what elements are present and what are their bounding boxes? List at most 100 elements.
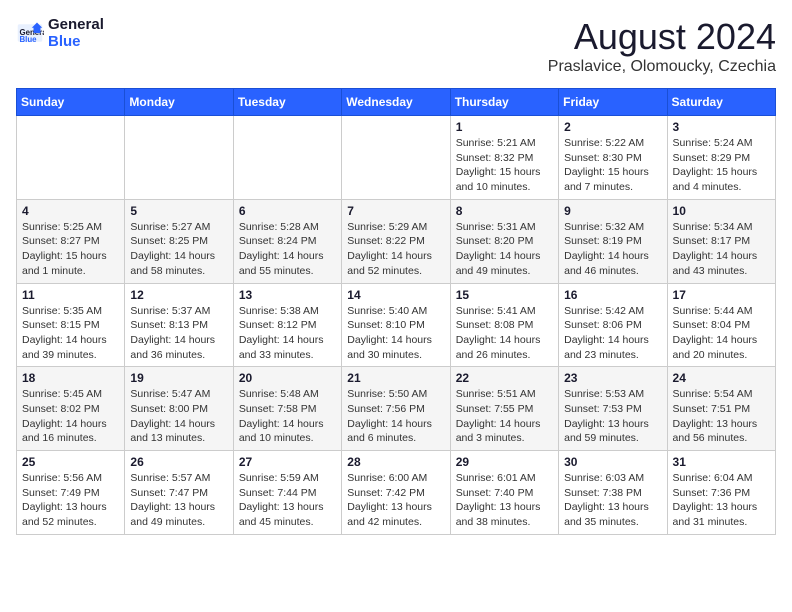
- calendar-cell: 17 Sunrise: 5:44 AM Sunset: 8:04 PM Dayli…: [667, 283, 775, 367]
- day-number: 4: [22, 204, 119, 218]
- calendar-cell: 12 Sunrise: 5:37 AM Sunset: 8:13 PM Dayli…: [125, 283, 233, 367]
- day-info: Sunrise: 5:28 AM Sunset: 8:24 PM Dayligh…: [239, 220, 336, 279]
- calendar-cell: 23Sunrise: 5:53 AM Sunset: 7:53 PM Dayli…: [559, 367, 667, 451]
- weekday-header-thursday: Thursday: [450, 89, 558, 116]
- calendar-cell: 29 Sunrise: 6:01 AM Sunset: 7:40 PM Dayli…: [450, 451, 558, 535]
- day-number: 19: [130, 371, 227, 385]
- logo-text: General Blue: [48, 16, 104, 51]
- weekday-header-friday: Friday: [559, 89, 667, 116]
- calendar-cell: 24 Sunrise: 5:54 AM Sunset: 7:51 PM Dayli…: [667, 367, 775, 451]
- day-number: 12: [130, 288, 227, 302]
- day-info: Sunrise: 5:47 AM Sunset: 8:00 PM Dayligh…: [130, 387, 227, 446]
- weekday-header-sunday: Sunday: [17, 89, 125, 116]
- month-title: August 2024: [548, 16, 776, 58]
- calendar-cell: 5 Sunrise: 5:27 AM Sunset: 8:25 PM Daylig…: [125, 199, 233, 283]
- weekday-header-row: SundayMondayTuesdayWednesdayThursdayFrid…: [17, 89, 776, 116]
- day-info: Sunrise: 6:00 AM Sunset: 7:42 PM Dayligh…: [347, 471, 444, 530]
- calendar-cell: 16 Sunrise: 5:42 AM Sunset: 8:06 PM Dayli…: [559, 283, 667, 367]
- day-info: Sunrise: 5:48 AM Sunset: 7:58 PM Dayligh…: [239, 387, 336, 446]
- calendar-cell: 30 Sunrise: 6:03 AM Sunset: 7:38 PM Dayli…: [559, 451, 667, 535]
- day-number: 29: [456, 455, 553, 469]
- day-number: 30: [564, 455, 661, 469]
- day-info: Sunrise: 5:59 AM Sunset: 7:44 PM Dayligh…: [239, 471, 336, 530]
- day-number: 23: [564, 371, 661, 385]
- day-info: Sunrise: 5:27 AM Sunset: 8:25 PM Dayligh…: [130, 220, 227, 279]
- day-info: Sunrise: 5:44 AM Sunset: 8:04 PM Dayligh…: [673, 304, 770, 363]
- day-info: Sunrise: 5:40 AM Sunset: 8:10 PM Dayligh…: [347, 304, 444, 363]
- week-row-4: 18Sunrise: 5:45 AM Sunset: 8:02 PM Dayli…: [17, 367, 776, 451]
- calendar-cell: 8 Sunrise: 5:31 AM Sunset: 8:20 PM Daylig…: [450, 199, 558, 283]
- day-info: Sunrise: 6:01 AM Sunset: 7:40 PM Dayligh…: [456, 471, 553, 530]
- calendar-cell: 7 Sunrise: 5:29 AM Sunset: 8:22 PM Daylig…: [342, 199, 450, 283]
- day-number: 27: [239, 455, 336, 469]
- week-row-3: 11 Sunrise: 5:35 AM Sunset: 8:15 PM Dayli…: [17, 283, 776, 367]
- day-number: 16: [564, 288, 661, 302]
- day-number: 26: [130, 455, 227, 469]
- day-number: 11: [22, 288, 119, 302]
- calendar-cell: 21Sunrise: 5:50 AM Sunset: 7:56 PM Dayli…: [342, 367, 450, 451]
- day-number: 28: [347, 455, 444, 469]
- weekday-header-saturday: Saturday: [667, 89, 775, 116]
- calendar-cell: 14 Sunrise: 5:40 AM Sunset: 8:10 PM Dayli…: [342, 283, 450, 367]
- calendar-cell: 18Sunrise: 5:45 AM Sunset: 8:02 PM Dayli…: [17, 367, 125, 451]
- day-info: Sunrise: 6:04 AM Sunset: 7:36 PM Dayligh…: [673, 471, 770, 530]
- logo-icon: General Blue: [16, 19, 44, 47]
- day-info: Sunrise: 5:24 AM Sunset: 8:29 PM Dayligh…: [673, 136, 770, 195]
- calendar-cell: [17, 116, 125, 200]
- day-info: Sunrise: 5:57 AM Sunset: 7:47 PM Dayligh…: [130, 471, 227, 530]
- week-row-1: 1 Sunrise: 5:21 AM Sunset: 8:32 PM Daylig…: [17, 116, 776, 200]
- calendar-cell: [233, 116, 341, 200]
- weekday-header-tuesday: Tuesday: [233, 89, 341, 116]
- calendar-cell: 25 Sunrise: 5:56 AM Sunset: 7:49 PM Dayli…: [17, 451, 125, 535]
- calendar-cell: 2Sunrise: 5:22 AM Sunset: 8:30 PM Daylig…: [559, 116, 667, 200]
- day-number: 3: [673, 120, 770, 134]
- day-number: 7: [347, 204, 444, 218]
- day-number: 24: [673, 371, 770, 385]
- week-row-5: 25 Sunrise: 5:56 AM Sunset: 7:49 PM Dayli…: [17, 451, 776, 535]
- day-info: Sunrise: 5:56 AM Sunset: 7:49 PM Dayligh…: [22, 471, 119, 530]
- calendar-cell: 4Sunrise: 5:25 AM Sunset: 8:27 PM Daylig…: [17, 199, 125, 283]
- calendar-cell: 26 Sunrise: 5:57 AM Sunset: 7:47 PM Dayli…: [125, 451, 233, 535]
- day-number: 6: [239, 204, 336, 218]
- calendar-cell: 9Sunrise: 5:32 AM Sunset: 8:19 PM Daylig…: [559, 199, 667, 283]
- day-info: Sunrise: 5:22 AM Sunset: 8:30 PM Dayligh…: [564, 136, 661, 195]
- day-info: Sunrise: 5:51 AM Sunset: 7:55 PM Dayligh…: [456, 387, 553, 446]
- day-info: Sunrise: 5:45 AM Sunset: 8:02 PM Dayligh…: [22, 387, 119, 446]
- day-number: 22: [456, 371, 553, 385]
- calendar-cell: 28 Sunrise: 6:00 AM Sunset: 7:42 PM Dayli…: [342, 451, 450, 535]
- day-info: Sunrise: 5:54 AM Sunset: 7:51 PM Dayligh…: [673, 387, 770, 446]
- calendar-cell: [342, 116, 450, 200]
- title-block: August 2024 Praslavice, Olomoucky, Czech…: [548, 16, 776, 76]
- calendar-cell: 11 Sunrise: 5:35 AM Sunset: 8:15 PM Dayli…: [17, 283, 125, 367]
- day-info: Sunrise: 5:31 AM Sunset: 8:20 PM Dayligh…: [456, 220, 553, 279]
- day-info: Sunrise: 5:42 AM Sunset: 8:06 PM Dayligh…: [564, 304, 661, 363]
- calendar-cell: 6 Sunrise: 5:28 AM Sunset: 8:24 PM Daylig…: [233, 199, 341, 283]
- day-number: 10: [673, 204, 770, 218]
- day-number: 31: [673, 455, 770, 469]
- day-info: Sunrise: 5:35 AM Sunset: 8:15 PM Dayligh…: [22, 304, 119, 363]
- logo: General Blue General Blue: [16, 16, 104, 51]
- day-number: 17: [673, 288, 770, 302]
- day-number: 5: [130, 204, 227, 218]
- day-info: Sunrise: 5:50 AM Sunset: 7:56 PM Dayligh…: [347, 387, 444, 446]
- calendar-cell: 19 Sunrise: 5:47 AM Sunset: 8:00 PM Dayli…: [125, 367, 233, 451]
- svg-text:Blue: Blue: [20, 35, 38, 44]
- day-info: Sunrise: 5:29 AM Sunset: 8:22 PM Dayligh…: [347, 220, 444, 279]
- calendar-cell: 3 Sunrise: 5:24 AM Sunset: 8:29 PM Daylig…: [667, 116, 775, 200]
- day-info: Sunrise: 5:21 AM Sunset: 8:32 PM Dayligh…: [456, 136, 553, 195]
- location-title: Praslavice, Olomoucky, Czechia: [548, 58, 776, 76]
- calendar-cell: 20Sunrise: 5:48 AM Sunset: 7:58 PM Dayli…: [233, 367, 341, 451]
- calendar-cell: [125, 116, 233, 200]
- day-info: Sunrise: 6:03 AM Sunset: 7:38 PM Dayligh…: [564, 471, 661, 530]
- day-number: 8: [456, 204, 553, 218]
- day-number: 15: [456, 288, 553, 302]
- day-number: 25: [22, 455, 119, 469]
- day-info: Sunrise: 5:32 AM Sunset: 8:19 PM Dayligh…: [564, 220, 661, 279]
- day-number: 13: [239, 288, 336, 302]
- day-number: 14: [347, 288, 444, 302]
- day-number: 1: [456, 120, 553, 134]
- day-info: Sunrise: 5:37 AM Sunset: 8:13 PM Dayligh…: [130, 304, 227, 363]
- calendar-cell: 31 Sunrise: 6:04 AM Sunset: 7:36 PM Dayli…: [667, 451, 775, 535]
- calendar-cell: 15Sunrise: 5:41 AM Sunset: 8:08 PM Dayli…: [450, 283, 558, 367]
- week-row-2: 4Sunrise: 5:25 AM Sunset: 8:27 PM Daylig…: [17, 199, 776, 283]
